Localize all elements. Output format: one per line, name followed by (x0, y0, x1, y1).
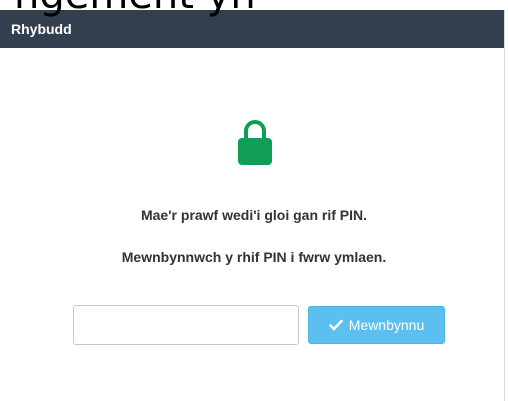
enter-pin-message: Mewnbynnwch y rhif PIN i fwrw ymlaen. (121, 249, 387, 265)
submit-pin-button[interactable]: Mewnbynnu (308, 306, 445, 344)
locked-message: Mae'r prawf wedi'i gloi gan rif PIN. (140, 207, 368, 223)
clipped-overlay-text: ngement yn (0, 0, 508, 17)
lock-icon (238, 120, 272, 165)
page: ngement yn Rhybudd Mae'r prawf wedi'i gl… (0, 0, 508, 401)
dialog-title: Rhybudd (11, 21, 72, 37)
check-icon (328, 319, 343, 331)
submit-pin-label: Mewnbynnu (348, 317, 425, 333)
pin-input[interactable] (73, 305, 299, 345)
alert-dialog: Rhybudd Mae'r prawf wedi'i gloi gan rif … (0, 10, 505, 401)
